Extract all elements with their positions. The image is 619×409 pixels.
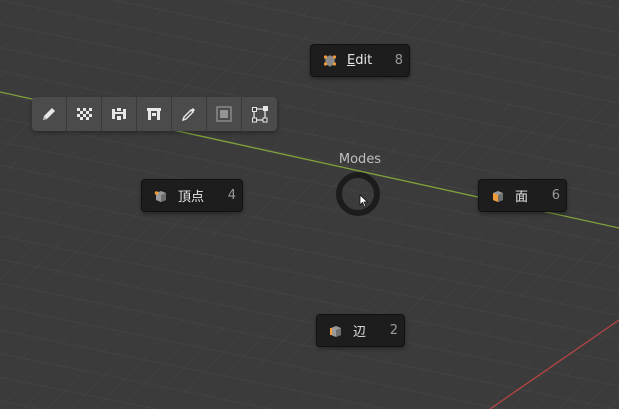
pie-item-edge[interactable]: 辺 2 [316, 314, 405, 347]
pie-item-vertex[interactable]: 頂点 4 [141, 179, 243, 212]
edge-loop-icon [112, 108, 126, 120]
bridge-tool-button[interactable] [137, 97, 172, 131]
eyedropper-tool-button[interactable] [172, 97, 207, 131]
pie-item-label: Edit [347, 53, 373, 68]
edge-select-icon [329, 324, 343, 338]
vertex-select-icon [154, 189, 168, 203]
edit-mode-icon [323, 54, 337, 68]
face-select-icon [491, 189, 505, 203]
transform-tool-button[interactable] [242, 97, 277, 131]
pie-item-label: 辺 [353, 325, 367, 340]
pie-item-shortcut: 2 [389, 323, 398, 338]
frame-tool-button[interactable] [207, 97, 242, 131]
tool-toolbar [32, 97, 277, 131]
eyedropper-icon [181, 108, 195, 122]
pie-menu-center-ring [336, 172, 380, 216]
pie-item-shortcut: 4 [227, 188, 236, 203]
transform-icon [251, 106, 268, 123]
mouse-cursor-icon [359, 194, 369, 208]
checker-icon [77, 108, 92, 120]
pie-menu-title: Modes [338, 152, 382, 167]
bridge-icon [147, 108, 161, 120]
edge-loop-tool-button[interactable] [102, 97, 137, 131]
pie-item-shortcut: 8 [394, 53, 403, 68]
pie-item-shortcut: 6 [551, 188, 560, 203]
pie-item-face[interactable]: 面 6 [478, 179, 567, 212]
pie-item-label: 面 [515, 190, 529, 205]
pencil-icon [43, 108, 55, 120]
checker-tool-button[interactable] [67, 97, 102, 131]
pencil-tool-button[interactable] [32, 97, 67, 131]
frame-disabled-icon [216, 106, 232, 122]
pie-item-label: 頂点 [178, 190, 205, 205]
pie-item-edit[interactable]: Edit 8 [310, 44, 410, 77]
